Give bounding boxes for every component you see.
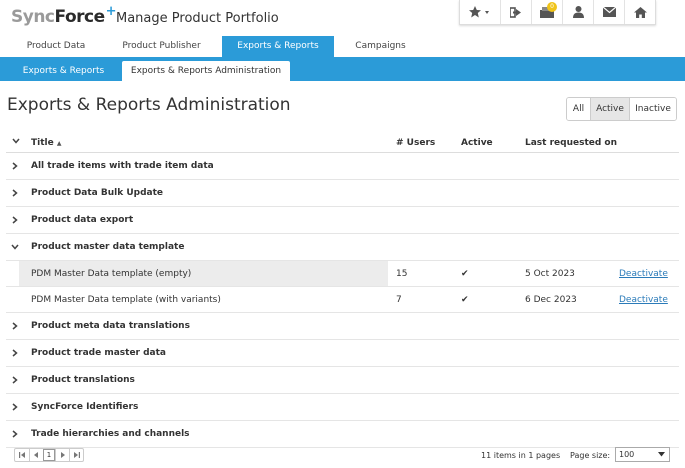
tab-exports-reports[interactable]: Exports & Reports — [222, 36, 334, 57]
chevron-down-icon — [12, 138, 20, 144]
sort-ascending-icon: ▲ — [56, 140, 62, 147]
column-header-users[interactable]: # Users — [396, 138, 435, 148]
user-profile-button[interactable] — [562, 0, 593, 24]
pager: 1 — [14, 448, 84, 462]
chevron-right-icon — [12, 349, 18, 357]
home-button[interactable] — [624, 0, 655, 24]
group-row[interactable]: Product Data Bulk Update — [6, 180, 679, 207]
envelope-icon — [602, 7, 616, 17]
caret-left-icon — [34, 452, 38, 458]
user-icon — [572, 6, 584, 18]
chevron-right-icon — [12, 403, 18, 411]
group-row[interactable]: Product trade master data — [6, 340, 679, 367]
group-row-expanded[interactable]: Product master data template — [6, 234, 679, 261]
chevron-right-icon — [12, 189, 18, 197]
filter-active-button[interactable]: Active — [590, 98, 629, 120]
group-row[interactable]: All trade items with trade item data — [6, 153, 679, 180]
chevron-right-icon — [12, 322, 18, 330]
notification-badge: 0 — [547, 2, 557, 12]
header-toolbar: 0 — [459, 0, 656, 25]
column-header-last-requested[interactable]: Last requested on — [525, 138, 617, 148]
notifications-button[interactable]: 0 — [531, 0, 562, 24]
first-page-button[interactable] — [15, 449, 29, 461]
table-header: Title ▲ # Users Active Last requested on — [6, 132, 679, 153]
caret-right-icon — [61, 452, 65, 458]
deactivate-link[interactable]: Deactivate — [619, 269, 668, 279]
group-row[interactable]: Product translations — [6, 367, 679, 394]
first-page-icon — [18, 452, 25, 458]
group-row[interactable]: Product data export — [6, 207, 679, 234]
table-footer: 1 11 items in 1 pages Page size: 100 — [6, 446, 679, 466]
page-size-label: Page size: — [570, 451, 611, 460]
tab-product-data[interactable]: Product Data — [12, 36, 100, 57]
syncforce-logo[interactable]: SyncForce+ — [11, 4, 117, 27]
caret-down-icon — [658, 452, 665, 457]
page-size-select[interactable]: 100 — [615, 447, 670, 462]
chevron-right-icon — [12, 216, 18, 224]
group-row[interactable]: SyncForce Identifiers — [6, 394, 679, 421]
check-icon: ✔ — [461, 269, 469, 279]
deactivate-link[interactable]: Deactivate — [619, 295, 668, 305]
app-title: Manage Product Portfolio — [116, 11, 279, 26]
filter-all-button[interactable]: All — [567, 98, 590, 120]
tab-product-publisher[interactable]: Product Publisher — [110, 36, 213, 57]
sub-navigation-bar: Exports & Reports Exports & Reports Admi… — [0, 57, 685, 81]
tab-campaigns[interactable]: Campaigns — [343, 36, 418, 57]
favorites-button[interactable] — [460, 0, 500, 24]
current-page-number[interactable]: 1 — [43, 449, 55, 461]
filter-inactive-button[interactable]: Inactive — [629, 98, 676, 120]
app-header: SyncForce+ Manage Product Portfolio 0 — [0, 0, 685, 36]
sign-out-icon — [510, 6, 521, 18]
table-row[interactable]: PDM Master Data template (with variants)… — [6, 287, 679, 313]
last-page-button[interactable] — [69, 449, 83, 461]
main-navigation-tabs: Product Data Product Publisher Exports &… — [0, 36, 685, 57]
messages-button[interactable] — [593, 0, 624, 24]
subtab-exports-reports-administration[interactable]: Exports & Reports Administration — [122, 61, 290, 81]
table-row[interactable]: PDM Master Data template (empty) 15 ✔ 5 … — [6, 261, 679, 287]
chevron-right-icon — [12, 376, 18, 384]
group-row[interactable]: Trade hierarchies and channels — [6, 421, 679, 448]
items-count-info: 11 items in 1 pages — [481, 451, 561, 460]
column-header-title[interactable]: Title ▲ — [31, 138, 61, 148]
previous-page-button[interactable] — [29, 449, 43, 461]
star-icon — [469, 6, 489, 18]
column-header-active[interactable]: Active — [461, 138, 493, 148]
home-icon — [633, 6, 647, 18]
next-page-button[interactable] — [55, 449, 69, 461]
reports-table: Title ▲ # Users Active Last requested on… — [6, 132, 679, 448]
collapse-all-toggle[interactable] — [12, 137, 20, 147]
last-page-icon — [74, 452, 80, 458]
group-row[interactable]: Product meta data translations — [6, 313, 679, 340]
check-icon: ✔ — [461, 295, 469, 305]
chevron-right-icon — [12, 430, 18, 438]
subtab-exports-reports[interactable]: Exports & Reports — [12, 61, 115, 81]
chevron-right-icon — [12, 162, 18, 170]
logout-button[interactable] — [500, 0, 531, 24]
chevron-down-icon — [11, 244, 19, 250]
status-filter-group: All Active Inactive — [566, 97, 677, 121]
page-title: Exports & Reports Administration — [7, 95, 291, 115]
